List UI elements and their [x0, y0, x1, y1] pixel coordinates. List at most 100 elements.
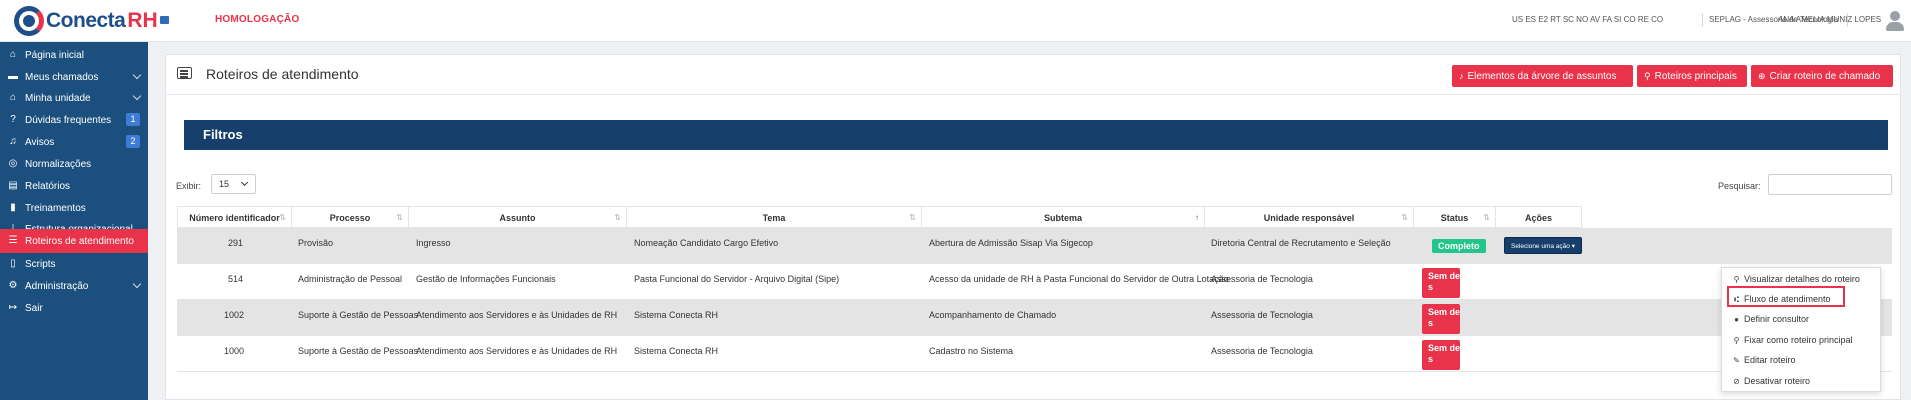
sidebar-item-label: Dúvidas frequentes — [25, 114, 112, 126]
sidebar-item-avisos[interactable]: ♫ Avisos 2 — [0, 131, 148, 153]
user-name[interactable]: ANA AMELIA MUNIZ LOPES — [1778, 15, 1881, 24]
logout-icon: ↦ — [8, 302, 18, 313]
book-icon: ▮ — [10, 202, 16, 213]
menu-item-label: Desativar roteiro — [1744, 376, 1811, 386]
inbox-icon: ▬ — [8, 71, 18, 82]
environment-label: HOMOLOGAÇÃO — [215, 14, 300, 25]
sidebar-item-label: Roteiros de atendimento — [25, 235, 134, 247]
count-badge: 2 — [126, 135, 140, 148]
cell-unidade: Assessoria de Tecnologia — [1211, 346, 1313, 356]
menu-item-label: Visualizar detalhes do roteiro — [1744, 274, 1860, 284]
table-row[interactable]: 1000 Suporte à Gestão de Pessoas Atendim… — [177, 336, 1892, 372]
sidebar-item-duvidas-frequentes[interactable]: ? Dúvidas frequentes 1 — [0, 109, 148, 131]
menu-item-fixar-principal[interactable]: ⚲ Fixar como roteiro principal — [1722, 330, 1882, 350]
pin-icon: ⚲ — [1644, 70, 1651, 81]
cell-id: 1002 — [224, 310, 245, 320]
search-icon: ⚲ — [1733, 274, 1740, 284]
page-title: Roteiros de atendimento — [206, 66, 359, 82]
roteiros-principais-button[interactable]: ⚲ Roteiros principais — [1637, 65, 1747, 87]
table-row[interactable]: 1002 Suporte à Gestão de Pessoas Atendim… — [177, 300, 1892, 336]
cell-processo: Administração de Pessoal — [298, 274, 403, 284]
menu-toggle-icon[interactable] — [160, 16, 169, 24]
home-icon: ⌂ — [9, 49, 17, 60]
cell-tema: Sistema Conecta RH — [634, 346, 719, 356]
column-header-status[interactable]: Status ⇅ — [1414, 206, 1496, 228]
menu-item-editar-roteiro[interactable]: ✎ Editar roteiro — [1722, 350, 1882, 370]
column-header-unidade[interactable]: Unidade responsável ⇅ — [1205, 206, 1414, 228]
sidebar-item-sair[interactable]: ↦ Sair — [0, 297, 148, 319]
criar-roteiro-button[interactable]: ⊕ Criar roteiro de chamado — [1751, 65, 1893, 87]
logo-rh: RH — [127, 9, 158, 32]
user-avatar-icon[interactable] — [1885, 10, 1905, 32]
list-icon: ☰ — [8, 235, 18, 246]
user-profile-codes: US ES E2 RT SC NO AV FA SI CO RE CO — [1512, 15, 1664, 24]
table-row[interactable]: 514 Administração de Pessoal Gestão de I… — [177, 264, 1892, 300]
sidebar-item-minha-unidade[interactable]: ⌂ Minha unidade — [0, 87, 148, 109]
ban-icon: ⊘ — [1733, 376, 1740, 386]
sidebar-item-normalizacoes[interactable]: ◎ Normalizações — [0, 153, 148, 175]
column-header-processo[interactable]: Processo ⇅ — [292, 206, 409, 228]
divider — [1702, 13, 1703, 27]
compass-icon: ◎ — [8, 158, 18, 169]
cell-assunto: Atendimento aos Servidores e às Unidades… — [416, 310, 618, 320]
exibir-label: Exibir: — [176, 181, 202, 191]
sort-icon: ⇅ — [1401, 213, 1408, 222]
cell-processo: Suporte à Gestão de Pessoas — [298, 346, 419, 356]
chevron-down-icon — [132, 70, 142, 80]
filters-panel-header[interactable]: Filtros — [184, 120, 1888, 150]
column-header-tema[interactable]: Tema ⇅ — [627, 206, 922, 228]
cell-tema: Nomeação Candidato Cargo Efetivo — [634, 238, 779, 248]
logo-text: Conecta — [46, 9, 126, 32]
sidebar-item-meus-chamados[interactable]: ▬ Meus chamados — [0, 66, 148, 88]
sort-icon: ⇅ — [1483, 213, 1490, 222]
column-header-numero[interactable]: Número identificador ⇅ — [177, 206, 292, 228]
column-header-subtema[interactable]: Subtema ↑ — [922, 206, 1205, 228]
cell-subtema: Abertura de Admissão Sisap Via Sigecop — [929, 238, 1093, 248]
sidebar-item-label: Treinamentos — [25, 202, 86, 214]
elementos-arvore-button[interactable]: ♪ Elementos da árvore de assuntos — [1452, 65, 1633, 87]
sort-icon: ↑ — [1195, 213, 1199, 222]
sidebar-item-pagina-inicial[interactable]: ⌂ Página inicial — [0, 44, 148, 66]
action-select-button[interactable]: Selecione uma ação ▾ — [1504, 237, 1582, 254]
menu-item-label: Editar roteiro — [1744, 355, 1796, 365]
cell-id: 514 — [228, 274, 244, 284]
sidebar-item-label: Avisos — [25, 136, 55, 148]
sidebar-item-relatorios[interactable]: ▤ Relatórios — [0, 175, 148, 197]
cell-assunto: Ingresso — [416, 238, 451, 248]
sidebar-item-treinamentos[interactable]: ▮ Treinamentos — [0, 197, 148, 219]
table-row[interactable]: 291 Provisão Ingresso Nomeação Candidato… — [177, 228, 1892, 264]
status-badge: Sem de s — [1422, 340, 1460, 370]
cell-id: 291 — [228, 238, 244, 248]
status-badge: Sem de s — [1422, 304, 1460, 334]
menu-item-desativar-roteiro[interactable]: ⊘ Desativar roteiro — [1722, 371, 1882, 391]
cogs-icon: ⚙ — [8, 280, 18, 291]
count-badge: 1 — [126, 113, 140, 126]
cell-subtema: Cadastro no Sistema — [929, 346, 1014, 356]
sidebar-item-roteiros-de-atendimento[interactable]: ☰ Roteiros de atendimento — [0, 229, 140, 253]
chevron-down-icon — [132, 91, 142, 101]
plus-circle-icon: ⊕ — [1758, 70, 1766, 81]
column-header-assunto[interactable]: Assunto ⇅ — [409, 206, 627, 228]
sort-icon: ⇅ — [909, 213, 916, 222]
sidebar-item-label: Meus chamados — [25, 71, 99, 83]
cell-tema: Sistema Conecta RH — [634, 310, 719, 320]
chevron-down-icon — [240, 178, 249, 187]
sidebar: ⌂ Página inicial ▬ Meus chamados ⌂ Minha… — [0, 42, 148, 400]
status-badge: Sem de s — [1422, 268, 1460, 298]
highlight-box — [1727, 286, 1845, 307]
page-size-value: 15 — [219, 179, 230, 189]
search-input[interactable] — [1768, 174, 1892, 195]
menu-item-label: Definir consultor — [1744, 314, 1810, 324]
sort-icon: ⇅ — [279, 213, 286, 222]
sidebar-item-administracao[interactable]: ⚙ Administração — [0, 275, 148, 297]
sort-icon: ⇅ — [396, 213, 403, 222]
page-size-select[interactable]: 15 — [211, 174, 256, 194]
sidebar-item-label: Relatórios — [25, 180, 71, 192]
menu-item-definir-consultor[interactable]: ● Definir consultor — [1722, 309, 1882, 329]
cell-subtema: Acesso da unidade de RH à Pasta Funciona… — [929, 274, 1229, 284]
sidebar-item-scripts[interactable]: ▯ Scripts — [0, 253, 148, 275]
app-logo[interactable]: Conecta RH — [14, 5, 158, 37]
cell-subtema: Acompanhamento de Chamado — [929, 310, 1057, 320]
cell-id: 1000 — [224, 346, 245, 356]
bell-icon: ♪ — [1459, 71, 1464, 81]
